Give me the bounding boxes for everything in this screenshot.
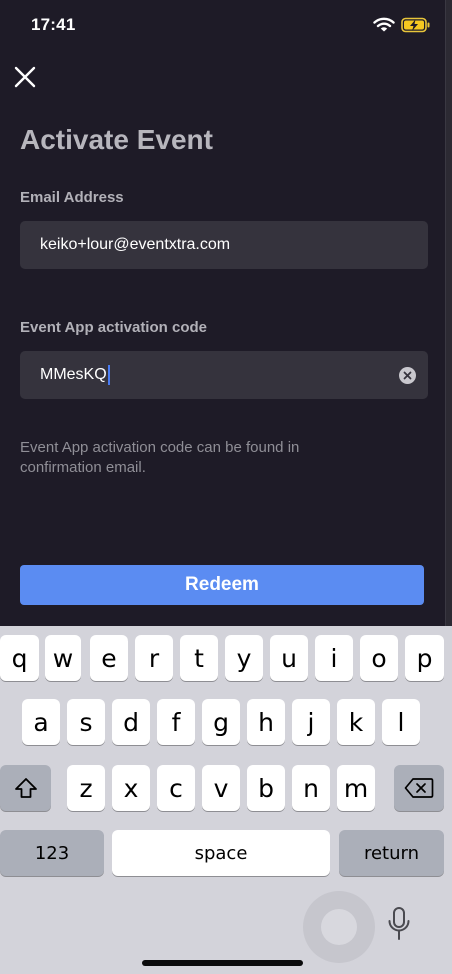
page-title: Activate Event <box>20 124 213 155</box>
key-e[interactable]: e <box>90 635 128 681</box>
key-x[interactable]: x <box>112 765 150 811</box>
key-l[interactable]: l <box>382 699 420 745</box>
redeem-button[interactable]: Redeem <box>20 565 424 605</box>
key-z[interactable]: z <box>67 765 105 811</box>
key-m[interactable]: m <box>337 765 375 811</box>
space-key[interactable]: space <box>112 830 330 876</box>
activation-code-hint: Event App activation code can be found i… <box>20 439 300 476</box>
key-r[interactable]: r <box>135 635 173 681</box>
battery-charging-icon <box>401 17 430 33</box>
clear-icon[interactable] <box>399 367 416 384</box>
wifi-icon <box>373 17 395 32</box>
status-time: 17:41 <box>31 15 76 34</box>
home-indicator <box>142 960 303 966</box>
key-k[interactable]: k <box>337 699 375 745</box>
key-n[interactable]: n <box>292 765 330 811</box>
email-field[interactable]: keiko+lour@eventxtra.com <box>20 221 428 269</box>
text-cursor <box>107 365 110 385</box>
key-u[interactable]: u <box>270 635 308 681</box>
keyboard-shortcut-circle-inner <box>321 909 357 945</box>
key-b[interactable]: b <box>247 765 285 811</box>
close-icon[interactable] <box>12 64 38 90</box>
key-d[interactable]: d <box>112 699 150 745</box>
email-value: keiko+lour@eventxtra.com <box>40 236 231 253</box>
key-i[interactable]: i <box>315 635 353 681</box>
status-bar: 17:41 <box>0 0 446 52</box>
key-w[interactable]: w <box>45 635 81 681</box>
key-a[interactable]: a <box>22 699 60 745</box>
return-key[interactable]: return <box>339 830 444 876</box>
key-q[interactable]: q <box>0 635 39 681</box>
shift-icon <box>14 778 37 798</box>
on-screen-keyboard: q w e r t y u i o p a s d f g h j k l z … <box>0 626 452 974</box>
activation-code-field[interactable]: MMesKQ <box>20 351 428 399</box>
key-c[interactable]: c <box>157 765 195 811</box>
key-f[interactable]: f <box>157 699 195 745</box>
activation-code-label: Event App activation code <box>20 319 207 336</box>
numbers-key[interactable]: 123 <box>0 830 104 876</box>
key-g[interactable]: g <box>202 699 240 745</box>
key-y[interactable]: y <box>225 635 263 681</box>
activation-code-value: MMesKQ <box>40 366 107 383</box>
backspace-key[interactable] <box>394 765 444 811</box>
shift-key[interactable] <box>0 765 51 811</box>
key-p[interactable]: p <box>405 635 444 681</box>
key-t[interactable]: t <box>180 635 218 681</box>
email-label: Email Address <box>20 189 124 206</box>
key-s[interactable]: s <box>67 699 105 745</box>
key-o[interactable]: o <box>360 635 398 681</box>
key-v[interactable]: v <box>202 765 240 811</box>
backspace-icon <box>404 778 434 798</box>
microphone-icon[interactable] <box>386 906 412 942</box>
key-h[interactable]: h <box>247 699 285 745</box>
background-screen-edge <box>445 0 452 626</box>
key-j[interactable]: j <box>292 699 330 745</box>
keyboard-shortcut-circle[interactable] <box>303 891 375 963</box>
